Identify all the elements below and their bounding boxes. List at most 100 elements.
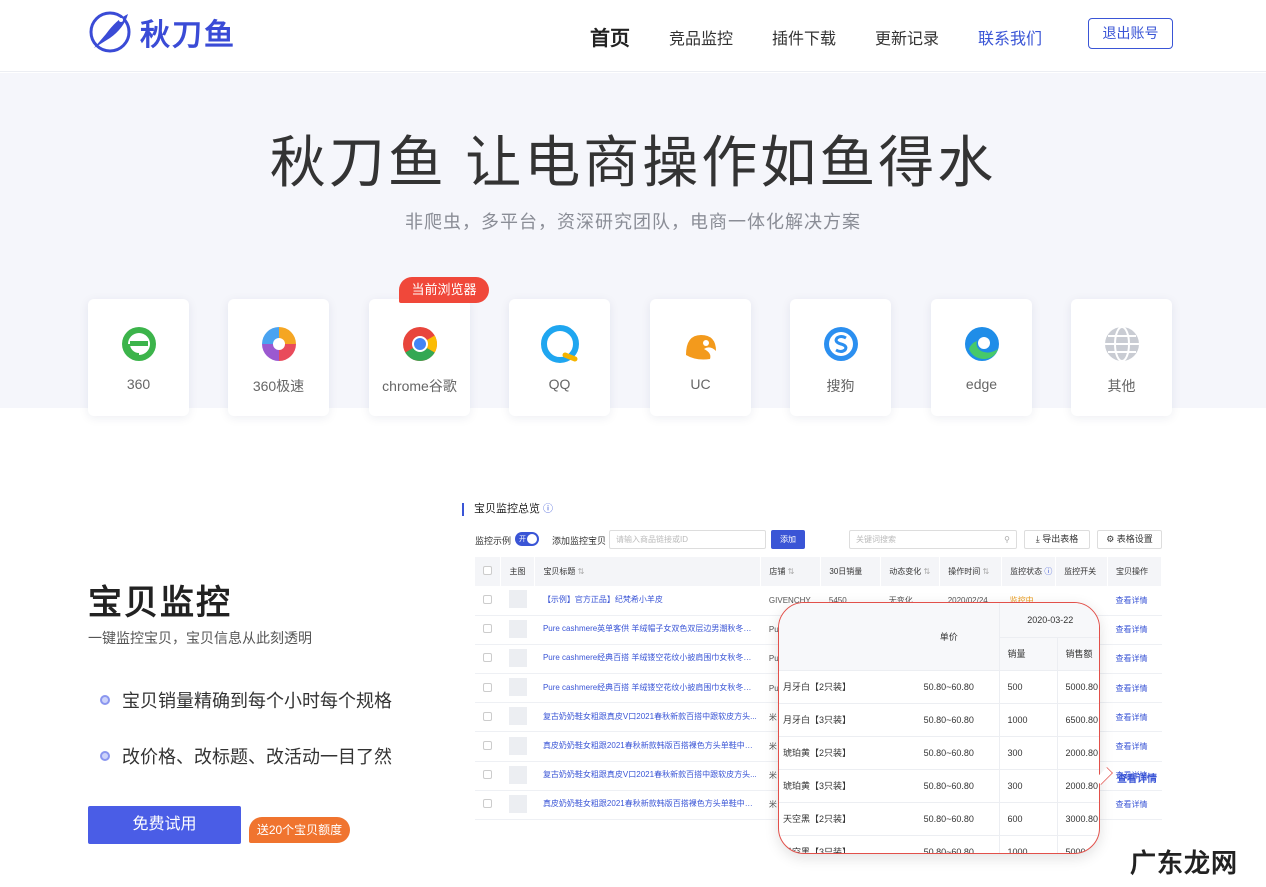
sku-amount: 5000.80 [1056, 670, 1099, 704]
sku-qty: 600 [998, 802, 1057, 836]
360-browser-icon [122, 327, 156, 361]
browser-label: chrome谷歌 [382, 378, 457, 394]
product-thumbnail [508, 765, 527, 784]
monitor-example-toggle[interactable]: 开 [515, 532, 539, 546]
nav-competitor-monitor[interactable]: 竞品监控 [669, 25, 733, 49]
browser-card-360[interactable]: 360 [88, 299, 189, 416]
keyword-search-input[interactable]: 关键词搜索 ⚲ [849, 530, 1017, 549]
top-header: 秋刀鱼 首页 竞品监控 插件下载 更新记录 联系我们 退出账号 [0, 0, 1266, 72]
sku-spec: 琥珀黄【3只装】 [779, 769, 899, 803]
product-title-link[interactable]: Pure cashmere经典百搭 羊绒镂空花纹小披肩围巾女秋冬季... [543, 652, 758, 663]
column-header: 监控开关 [1055, 557, 1108, 586]
product-title-link[interactable]: Pure cashmere英单客供 羊绒帽子女双色双层边男潮秋冬季... [543, 623, 758, 634]
sku-detail-popup: 单价 2020-03-22 销量 销售额 月牙白【2只装】 50.80~60.80… [778, 602, 1100, 854]
view-detail-link[interactable]: 查看详情 [1117, 770, 1157, 785]
product-title-link[interactable]: 真皮奶奶鞋女粗跟2021春秋新款韩版百搭裸色方头单鞋中跟... [543, 798, 758, 809]
view-detail-link[interactable]: 查看详情 [1115, 742, 1147, 751]
sku-price: 50.80~60.80 [899, 802, 999, 836]
row-checkbox[interactable] [483, 799, 492, 809]
row-checkbox[interactable] [483, 653, 492, 663]
sku-amount: 5000 [1056, 835, 1099, 853]
hero-subtitle: 非爬虫，多平台，资深研究团队，电商一体化解决方案 [405, 212, 861, 232]
browser-card-360-speed[interactable]: 360极速 [228, 299, 329, 416]
view-detail-link[interactable]: 查看详情 [1115, 654, 1147, 663]
sku-qty: 1000 [998, 703, 1057, 737]
popup-header-row: 单价 2020-03-22 [779, 603, 1099, 671]
feature-bullet: 宝贝销量精确到每个小时每个规格 [100, 687, 392, 713]
column-header[interactable]: 30日销量 [820, 557, 882, 586]
sku-qty: 300 [998, 736, 1057, 770]
add-monitor-label: 添加监控宝贝 [552, 536, 607, 546]
amount-header: 销售额 [1056, 637, 1099, 671]
sku-row: 月牙白【2只装】 50.80~60.80 500 5000.80 [779, 670, 1099, 704]
browser-card-edge[interactable]: edge [931, 299, 1032, 416]
row-checkbox[interactable] [483, 741, 492, 751]
price-header: 单价 [899, 603, 999, 671]
column-header[interactable]: 店铺 ⇅ [760, 557, 822, 586]
view-detail-link[interactable]: 查看详情 [1115, 800, 1147, 809]
help-icon[interactable]: ⓘ [1044, 567, 1052, 576]
chrome-icon [403, 327, 437, 361]
product-title-link[interactable]: 【示例】官方正品】纪梵希小羊皮 [543, 594, 663, 605]
table-header-row: 主图 宝贝标题 ⇅ 店铺 ⇅ 30日销量 动态变化 ⇅ 操作时间 ⇅ 监控状态 … [475, 557, 1163, 586]
product-link-input[interactable]: 请输入商品链接或ID [609, 530, 766, 549]
sku-spec: 月牙白【2只装】 [779, 670, 899, 704]
free-trial-button[interactable]: 免费试用 [88, 806, 241, 844]
sort-icon: ⇅ [982, 567, 990, 576]
browser-label: 360 [126, 376, 151, 392]
browser-label: QQ [548, 376, 571, 392]
column-header[interactable]: 操作时间 ⇅ [939, 557, 1003, 586]
sort-icon: ⇅ [577, 567, 585, 576]
select-all-checkbox[interactable] [483, 566, 492, 575]
logout-button[interactable]: 退出账号 [1088, 18, 1173, 49]
sku-amount: 6500.80 [1056, 703, 1099, 737]
dashboard-title: 宝贝监控总览 ⓘ [462, 503, 553, 516]
row-checkbox[interactable] [483, 594, 492, 604]
sku-price: 50.80~60.80 [899, 769, 999, 803]
export-table-button[interactable]: ⤓ 导出表格 [1024, 530, 1090, 549]
nav-plugin-download[interactable]: 插件下载 [772, 25, 836, 49]
help-icon[interactable]: ⓘ [543, 504, 553, 515]
column-header[interactable]: 宝贝标题 ⇅ [534, 557, 762, 586]
column-header[interactable]: 动态变化 ⇅ [880, 557, 941, 586]
bullet-dot-icon [100, 751, 110, 761]
bullet-dot-icon [100, 695, 110, 705]
nav-contact-us[interactable]: 联系我们 [978, 25, 1042, 49]
view-detail-link[interactable]: 查看详情 [1115, 713, 1147, 722]
uc-browser-icon [686, 335, 716, 360]
sogou-browser-icon [824, 327, 858, 361]
add-product-button[interactable]: 添加 [771, 530, 805, 549]
sku-row: 天空黑【2只装】 50.80~60.80 600 3000.80 [779, 802, 1099, 836]
nav-changelog[interactable]: 更新记录 [875, 25, 939, 49]
dashboard-toolbar: 监控示例 开 添加监控宝贝 请输入商品链接或ID 添加 关键词搜索 ⚲ ⤓ 导出表… [475, 530, 1162, 550]
trial-quota-badge: 送20个宝贝额度 [249, 817, 350, 843]
feature-bullet: 改价格、改标题、改活动一目了然 [100, 743, 392, 769]
globe-icon [1105, 326, 1139, 362]
browser-card-other[interactable]: 其他 [1071, 299, 1172, 416]
sort-icon: ⇅ [787, 567, 795, 576]
table-settings-button[interactable]: ⚙ 表格设置 [1097, 530, 1162, 549]
product-thumbnail [508, 648, 527, 667]
row-checkbox[interactable] [483, 711, 492, 721]
browser-card-sogou[interactable]: 搜狗 [790, 299, 891, 416]
feature-title: 宝贝监控 [88, 584, 232, 622]
view-detail-link[interactable]: 查看详情 [1115, 684, 1147, 693]
row-checkbox[interactable] [483, 770, 492, 780]
product-title-link[interactable]: Pure cashmere经典百搭 羊绒镂空花纹小披肩围巾女秋冬季... [543, 682, 758, 693]
browser-card-uc[interactable]: UC [650, 299, 751, 416]
view-detail-link[interactable]: 查看详情 [1115, 625, 1147, 634]
browser-card-qq[interactable]: QQ [509, 299, 610, 416]
row-checkbox[interactable] [483, 682, 492, 692]
qty-header: 销量 [998, 637, 1057, 671]
bullet-text: 宝贝销量精确到每个小时每个规格 [122, 691, 392, 711]
row-checkbox[interactable] [483, 624, 492, 634]
nav-home[interactable]: 首页 [590, 22, 630, 51]
browser-card-chrome[interactable]: chrome谷歌 [369, 299, 470, 416]
sku-amount: 2000.80 [1056, 769, 1099, 803]
view-detail-link[interactable]: 查看详情 [1115, 596, 1147, 605]
product-title-link[interactable]: 真皮奶奶鞋女粗跟2021春秋新款韩版百搭裸色方头单鞋中跟... [543, 740, 758, 751]
product-title-link[interactable]: 复古奶奶鞋女粗跟真皮V口2021春秋新款百搭中跟软皮方头... [543, 711, 757, 722]
product-title-link[interactable]: 复古奶奶鞋女粗跟真皮V口2021春秋新款百搭中跟软皮方头... [543, 769, 757, 780]
browser-label: 360极速 [252, 378, 305, 394]
brand-logo[interactable]: 秋刀鱼 [88, 10, 236, 54]
